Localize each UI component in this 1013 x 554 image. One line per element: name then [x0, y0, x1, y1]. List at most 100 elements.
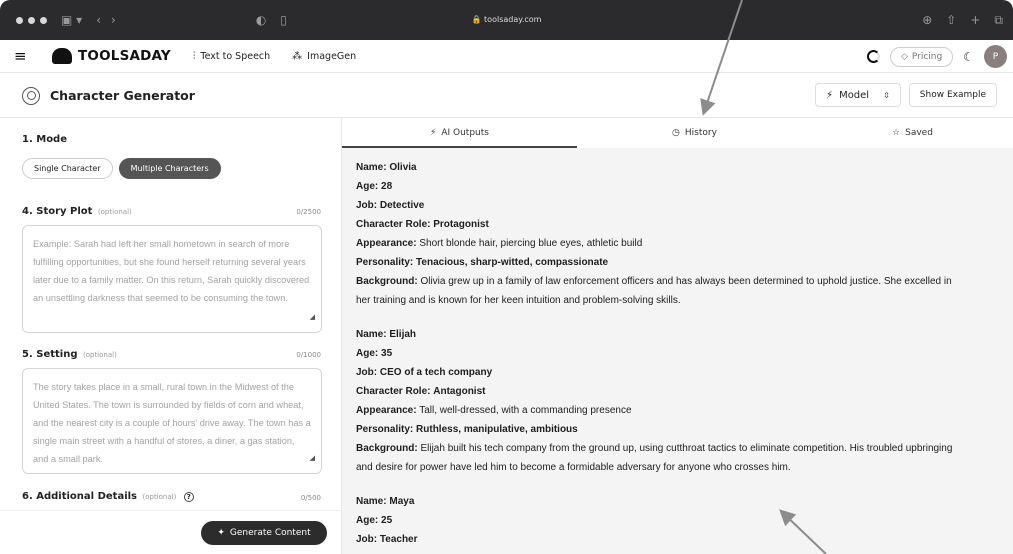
job-label: Job:	[356, 534, 378, 545]
character-appearance: Appearance: Short blonde hair, piercing …	[356, 234, 1001, 253]
story-plot-input[interactable]: Example: Sarah had left her small hometo…	[22, 225, 322, 333]
nav-imagegen[interactable]: ⁂ ImageGen	[292, 51, 356, 62]
job-label: Job:	[356, 367, 378, 378]
tab-label: History	[684, 128, 717, 138]
help-icon[interactable]: ?	[183, 492, 194, 502]
job-label: Job:	[356, 200, 378, 211]
share-icon[interactable]: ⇧	[946, 13, 956, 27]
setting-counter: 0/1000	[296, 351, 321, 359]
character-name: Name: Maya	[356, 492, 1001, 511]
ai-output-text: Name: Olivia Age: 28 Job: Detective Char…	[356, 158, 1001, 549]
logo-text: TOOLSADAY	[78, 48, 171, 64]
star-icon: ☆	[892, 128, 901, 138]
tab-label: Saved	[905, 128, 933, 138]
character-background: Background: Olivia grew up in a family o…	[356, 272, 1001, 291]
job-value: Detective	[379, 200, 425, 211]
job-value: CEO of a tech company	[379, 367, 493, 378]
divider	[0, 510, 342, 511]
sparkle-icon: ✦	[217, 528, 225, 538]
optional-label: (optional)	[142, 493, 177, 501]
minimize-window-dot[interactable]	[28, 16, 35, 24]
appearance-value: Tall, well-dressed, with a commanding pr…	[419, 405, 632, 416]
personality-label: Personality:	[356, 257, 414, 268]
name-label: Name:	[356, 162, 387, 173]
avatar[interactable]: P	[984, 45, 1007, 68]
address-bar[interactable]: 🔒 toolsaday.com	[0, 0, 1013, 40]
menu-icon[interactable]: ≡	[14, 47, 34, 65]
dark-mode-icon[interactable]: ☾	[963, 50, 974, 64]
age-value: 28	[381, 181, 393, 192]
character-personality: Personality: Tenacious, sharp-witted, co…	[356, 253, 1001, 272]
chevron-updown-icon: ⇳	[883, 90, 890, 100]
page-actions: ⚡ Model ⇳ Show Example	[815, 83, 997, 107]
character-age: Age: 25	[356, 511, 1001, 530]
generate-content-button[interactable]: ✦ Generate Content	[201, 521, 327, 545]
output-tabs: ⚡ AI Outputs ◷ History ☆ Saved	[342, 118, 1013, 148]
close-window-dot[interactable]	[16, 16, 23, 24]
character-appearance: Appearance: Tall, well-dressed, with a c…	[356, 401, 1001, 420]
app-header: ≡ TOOLSADAY ⫶ Text to Speech ⁂ ImageGen …	[0, 40, 1013, 73]
shield-icon[interactable]: ◐	[256, 13, 266, 27]
role-label: Character Role:	[356, 386, 431, 397]
details-counter: 0/500	[300, 494, 321, 502]
output-panel: ⚡ AI Outputs ◷ History ☆ Saved Name: Oli…	[342, 118, 1013, 554]
generate-label: Generate Content	[229, 528, 311, 538]
sidebar-toggle-icon[interactable]: ▣ ▾	[61, 13, 82, 27]
forward-arrow-icon[interactable]: ›	[111, 13, 116, 27]
character-role: Character Role: Antagonist	[356, 382, 1001, 401]
new-tab-icon[interactable]: +	[970, 13, 980, 27]
name-label: Name:	[356, 329, 387, 340]
character-background-cont: her training and is known for her keen i…	[356, 295, 681, 306]
tab-saved[interactable]: ☆ Saved	[812, 118, 1013, 148]
age-value: 25	[381, 515, 393, 526]
role-value: Antagonist	[433, 386, 486, 397]
browser-actions: ⊕ ⇧ + ⧉	[922, 0, 1003, 40]
model-select[interactable]: ⚡ Model ⇳	[815, 83, 901, 107]
multiple-characters-button[interactable]: Multiple Characters	[118, 158, 221, 179]
mode-heading: 1. Mode	[22, 134, 67, 145]
tabs-overview-icon[interactable]: ⧉	[994, 13, 1003, 28]
role-label: Character Role:	[356, 219, 431, 230]
waveform-icon: ⫶	[192, 50, 196, 62]
resize-handle-icon[interactable]: ◢	[310, 450, 315, 468]
nav-text-to-speech[interactable]: ⫶ Text to Speech	[193, 51, 270, 62]
show-example-button[interactable]: Show Example	[908, 83, 997, 107]
model-label: Model	[839, 89, 870, 101]
story-plot-label: 4. Story Plot	[22, 206, 93, 217]
loading-icon	[866, 50, 880, 63]
name-value: Olivia	[389, 162, 417, 173]
window-controls[interactable]	[16, 16, 47, 24]
resize-handle-icon[interactable]: ◢	[310, 309, 315, 327]
tab-history[interactable]: ◷ History	[577, 118, 812, 148]
character-job: Job: CEO of a tech company	[356, 363, 1001, 382]
header-actions: ◇ Pricing ☾ P	[866, 40, 1007, 73]
name-value: Maya	[389, 496, 415, 507]
zoom-window-dot[interactable]	[40, 16, 47, 24]
character-icon	[22, 86, 40, 105]
pricing-button[interactable]: ◇ Pricing	[889, 46, 954, 67]
app-window: ▣ ▾ ‹ › ◐ ▯ 🔒 toolsaday.com ⊕ ⇧ + ⧉ ≡ TO…	[0, 0, 1013, 554]
download-icon[interactable]: ⊕	[922, 13, 932, 27]
character-personality: Personality: Ruthless, manipulative, amb…	[356, 420, 1001, 439]
appearance-value: Short blonde hair, piercing blue eyes, a…	[419, 238, 643, 249]
age-label: Age:	[356, 348, 379, 359]
page-toolbar: Character Generator ⚡ Model ⇳ Show Examp…	[0, 74, 1013, 118]
setting-heading: 5. Setting (optional)	[22, 349, 117, 360]
story-plot-placeholder: Example: Sarah had left her small hometo…	[33, 239, 310, 303]
background-label: Background:	[356, 276, 418, 287]
name-label: Name:	[356, 496, 387, 507]
back-arrow-icon[interactable]: ‹	[96, 13, 101, 27]
setting-input[interactable]: The story takes place in a small, rural …	[22, 368, 322, 474]
url-text: toolsaday.com	[484, 15, 542, 24]
age-value: 35	[381, 348, 393, 359]
tab-label: AI Outputs	[441, 128, 489, 138]
bolt-icon: ⚡	[826, 89, 834, 101]
reader-icon[interactable]: ▯	[280, 13, 287, 27]
logo-mark-icon	[52, 48, 72, 64]
single-character-button[interactable]: Single Character	[22, 158, 113, 179]
tab-ai-outputs[interactable]: ⚡ AI Outputs	[342, 118, 577, 148]
clock-icon: ◷	[672, 128, 680, 138]
logo[interactable]: TOOLSADAY	[52, 48, 171, 64]
diamond-icon: ◇	[900, 51, 908, 62]
